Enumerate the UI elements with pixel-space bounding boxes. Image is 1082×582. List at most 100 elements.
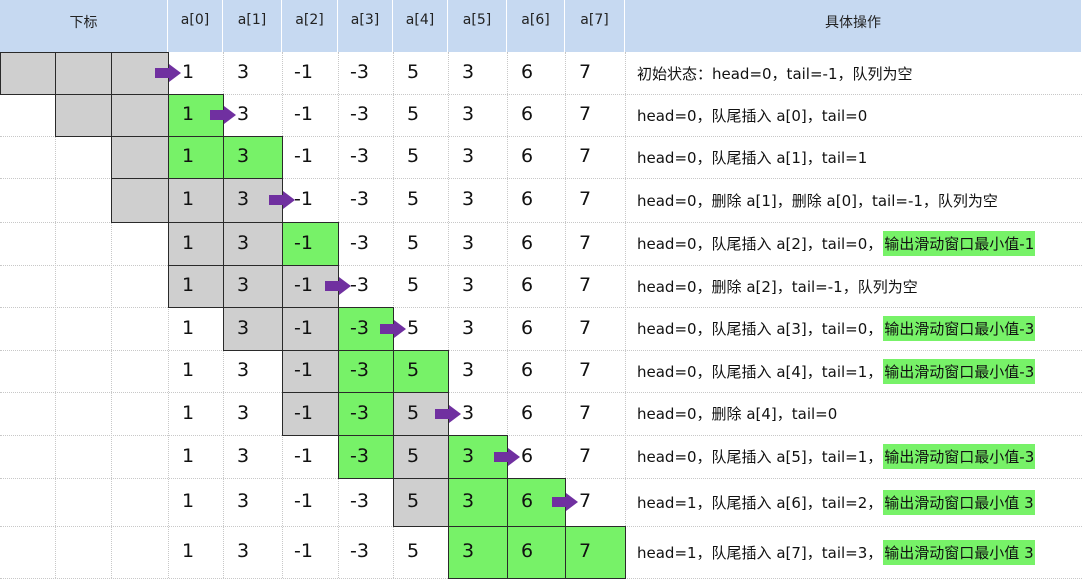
window-min-output: 输出滑动窗口最小值-3 xyxy=(883,444,1036,469)
window-min-output: 输出滑动窗口最小值-3 xyxy=(883,316,1036,341)
array-value: 6 xyxy=(521,61,534,83)
operation-text: head=0，队尾插入 a[3]，tail=0， 输出滑动窗口最小值-3 xyxy=(637,316,1036,341)
pointer-arrow-icon xyxy=(552,493,578,511)
queue-cell xyxy=(168,136,224,179)
header-op: 具体操作 xyxy=(625,0,1082,52)
array-value: -3 xyxy=(350,145,369,167)
operation-text: head=1，队尾插入 a[7]，tail=3， 输出滑动窗口最小值 3 xyxy=(637,539,1035,565)
array-value: 6 xyxy=(521,231,534,254)
header-a6: a[6] xyxy=(507,0,565,52)
array-value: 3 xyxy=(462,231,475,254)
removed-cell xyxy=(168,265,224,308)
header-col-label: a[3] xyxy=(350,12,380,28)
array-value: 3 xyxy=(462,274,475,296)
array-value: 7 xyxy=(579,359,592,381)
queue-cell xyxy=(448,478,508,527)
header-a1: a[1] xyxy=(223,0,282,52)
array-value: 7 xyxy=(579,540,592,562)
array-value: 5 xyxy=(407,444,420,467)
array-value: -1 xyxy=(294,231,313,254)
removed-cell xyxy=(55,52,112,95)
array-value: 3 xyxy=(237,188,250,210)
array-value: 6 xyxy=(521,274,534,296)
array-value: 3 xyxy=(462,61,475,83)
array-value: 3 xyxy=(462,316,475,339)
array-value: 5 xyxy=(407,359,420,381)
array-value: 7 xyxy=(579,231,592,254)
operation-label: head=0，队尾插入 a[0]，tail=0 xyxy=(637,106,868,125)
header-col-label: a[7] xyxy=(580,12,609,28)
removed-cell xyxy=(168,178,224,223)
array-value: 3 xyxy=(462,444,475,467)
operation-text: head=1，队尾插入 a[6]，tail=2， 输出滑动窗口最小值 3 xyxy=(637,489,1035,515)
operation-text: head=0，队尾插入 a[0]，tail=0 xyxy=(637,104,867,126)
array-value: 3 xyxy=(237,359,250,381)
grid-line xyxy=(0,392,1082,393)
removed-cell xyxy=(111,94,169,137)
operation-label: 初始状态：head=0，tail=-1，队列为空 xyxy=(637,64,913,83)
pointer-arrow-icon xyxy=(494,447,520,466)
array-value: 5 xyxy=(407,103,420,125)
array-value: -3 xyxy=(350,274,369,296)
array-value: -3 xyxy=(350,359,369,381)
array-value: 1 xyxy=(182,444,195,467)
array-value: 1 xyxy=(182,359,195,381)
array-value: 3 xyxy=(237,145,250,167)
header-col-label: a[5] xyxy=(462,12,492,28)
array-value: 6 xyxy=(521,145,534,167)
queue-cell xyxy=(223,136,283,179)
array-value: -1 xyxy=(294,103,313,125)
array-value: 6 xyxy=(521,540,534,562)
removed-cell xyxy=(0,52,56,95)
grid-line xyxy=(0,435,1082,436)
array-value: 3 xyxy=(462,359,475,381)
array-value: -1 xyxy=(294,274,313,296)
removed-cell xyxy=(223,307,283,351)
operation-label: head=0，队尾插入 a[5]，tail=1， xyxy=(637,448,883,466)
array-value: 3 xyxy=(462,401,475,424)
header-col-label: a[2] xyxy=(295,12,324,28)
array-value: -3 xyxy=(350,490,369,512)
queue-cell xyxy=(565,526,626,579)
array-value: -3 xyxy=(350,444,369,467)
array-value: 5 xyxy=(407,316,420,339)
array-value: 7 xyxy=(579,103,592,125)
header-col-label: a[1] xyxy=(237,12,267,28)
array-value: 3 xyxy=(237,61,250,83)
window-min-output: 输出滑动窗口最小值-3 xyxy=(883,358,1036,384)
window-min-output: 输出滑动窗口最小值-1 xyxy=(883,231,1036,256)
array-value: 3 xyxy=(237,444,250,467)
header-a2: a[2] xyxy=(282,0,338,52)
removed-cell xyxy=(111,178,169,223)
grid-line xyxy=(0,350,1082,351)
removed-cell xyxy=(55,94,112,137)
operation-label: head=0，删除 a[2]，tail=-1，队列为空 xyxy=(637,277,918,296)
array-value: 1 xyxy=(182,231,195,254)
array-value: -1 xyxy=(294,540,313,562)
array-value: 1 xyxy=(182,188,195,210)
array-value: 7 xyxy=(579,490,592,512)
header-a7: a[7] xyxy=(565,0,625,52)
array-value: 1 xyxy=(182,103,195,125)
array-value: 7 xyxy=(579,145,592,167)
array-value: -3 xyxy=(350,103,369,125)
header-op-label: 具体操作 xyxy=(825,15,881,31)
operation-text: 初始状态：head=0，tail=-1，队列为空 xyxy=(637,62,913,84)
array-value: 6 xyxy=(521,359,534,381)
array-value: 5 xyxy=(407,490,420,512)
operation-label: head=0，队尾插入 a[4]，tail=1， xyxy=(637,362,883,381)
array-value: -3 xyxy=(350,401,369,424)
array-value: -3 xyxy=(350,316,369,339)
array-value: 5 xyxy=(407,401,420,424)
array-value: 3 xyxy=(237,231,250,254)
array-value: 3 xyxy=(237,540,250,562)
array-value: 5 xyxy=(407,61,420,83)
operation-text: head=0，删除 a[2]，tail=-1，队列为空 xyxy=(637,275,918,297)
array-value: 5 xyxy=(407,540,420,562)
array-value: -1 xyxy=(294,401,313,424)
window-min-output: 输出滑动窗口最小值 3 xyxy=(883,489,1035,515)
array-value: 1 xyxy=(182,61,195,83)
header-index: 下标 xyxy=(0,0,168,52)
array-value: -1 xyxy=(294,188,313,210)
array-value: 3 xyxy=(462,490,475,512)
